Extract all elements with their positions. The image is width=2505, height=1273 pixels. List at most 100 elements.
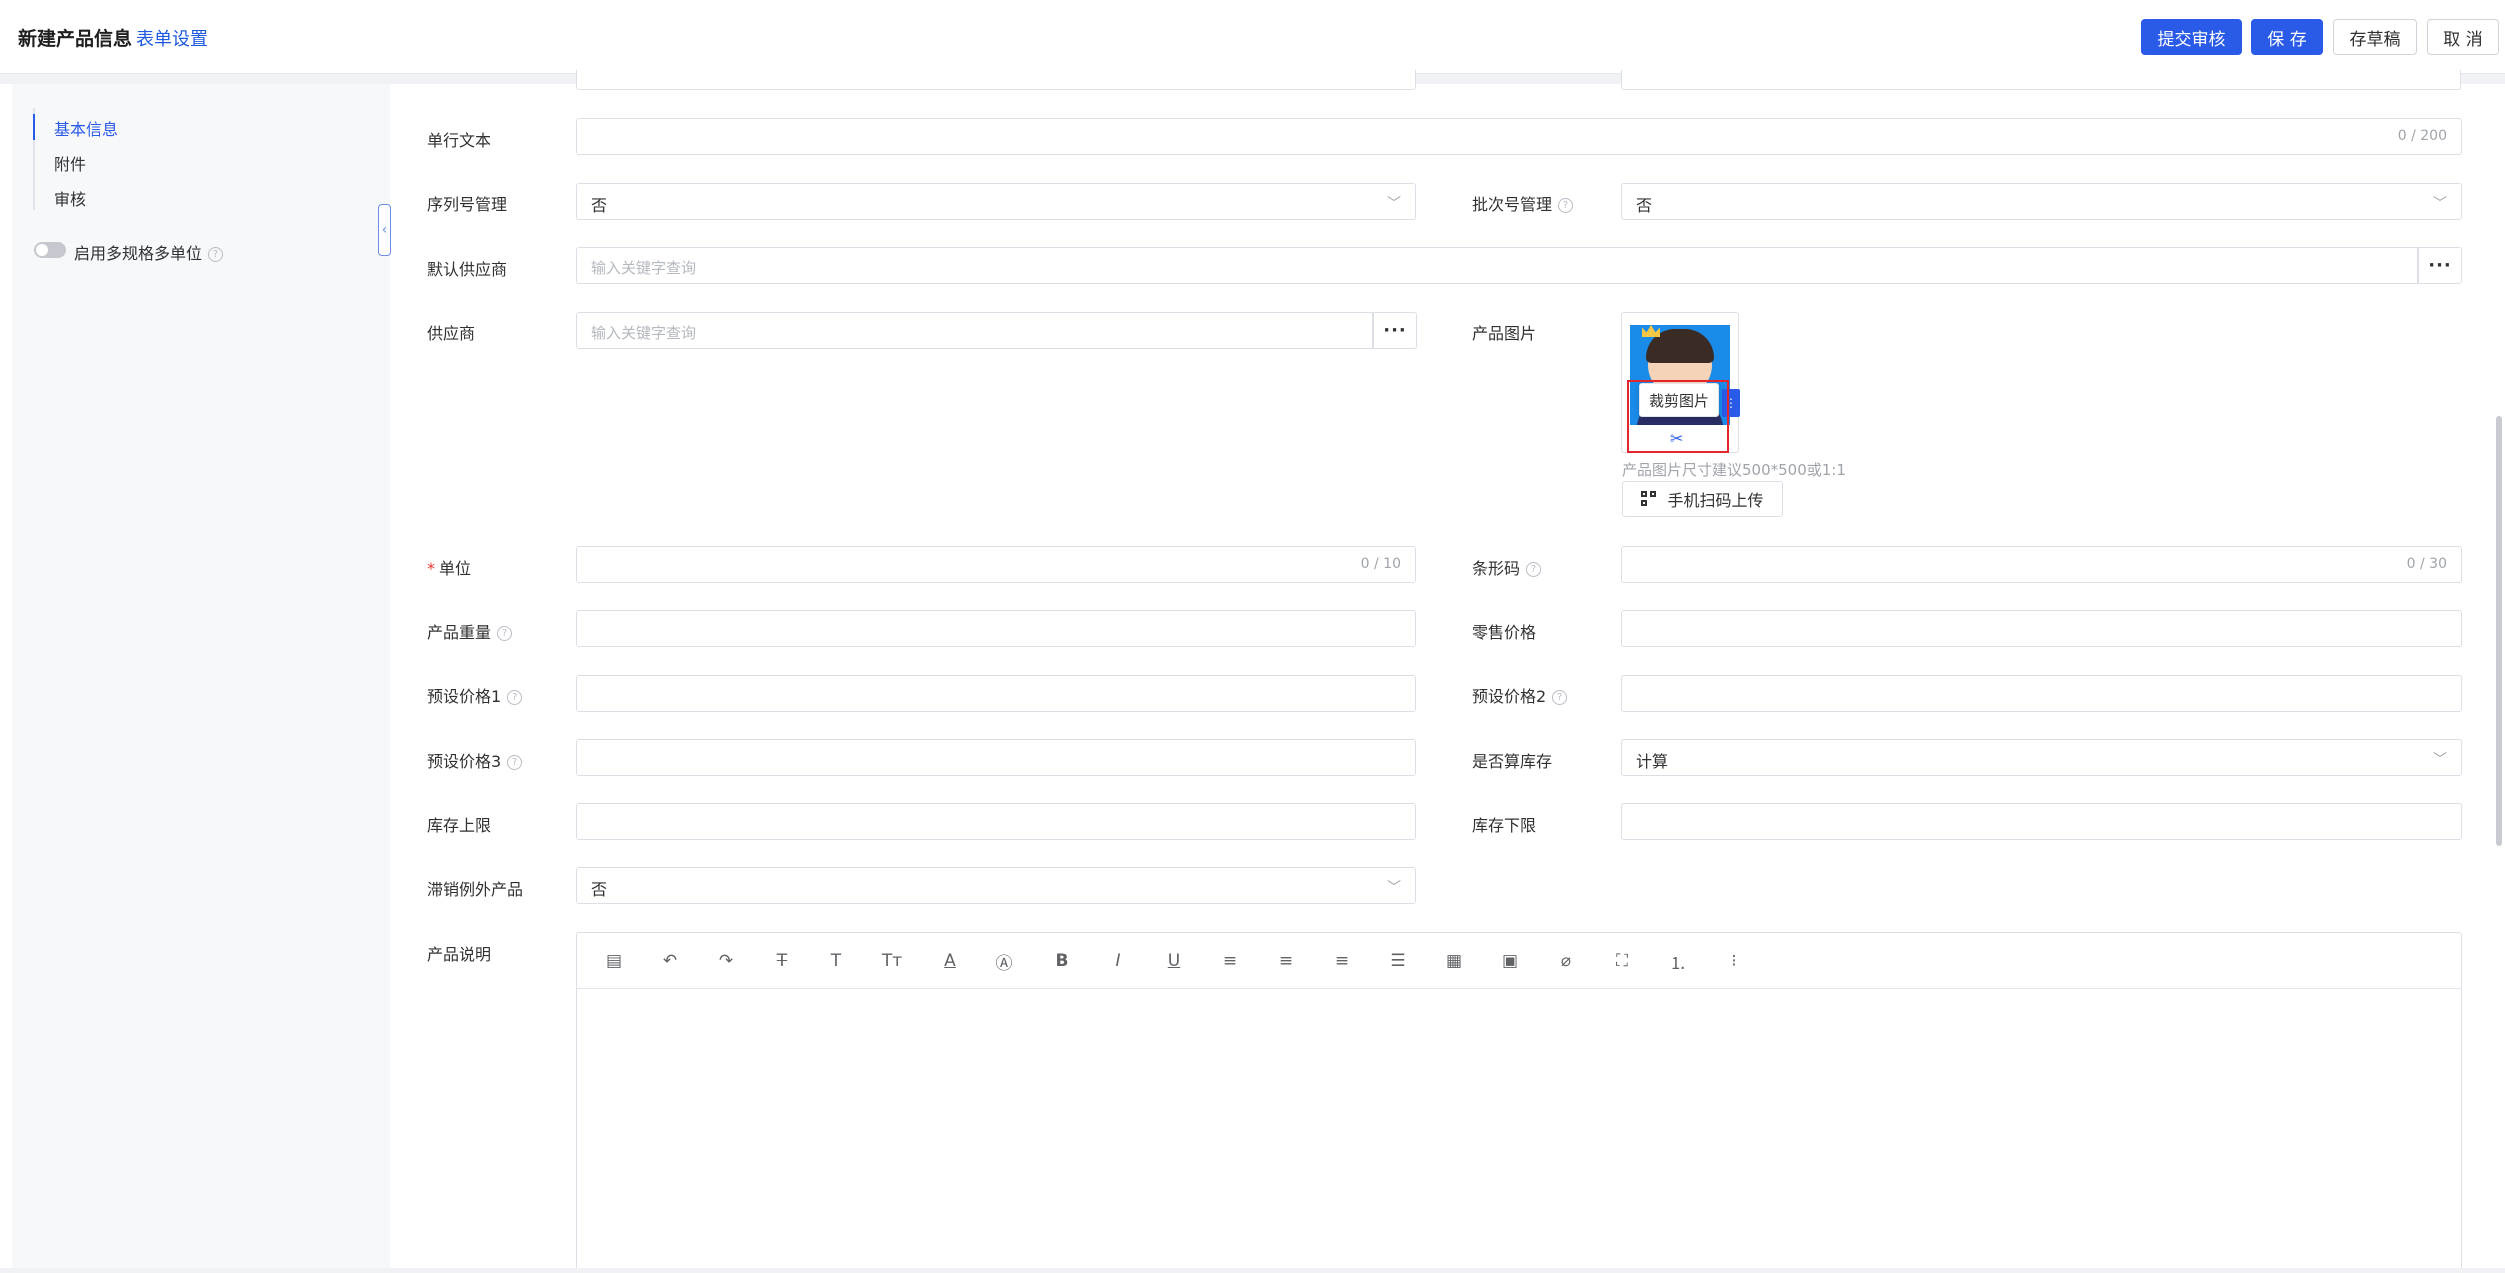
- page-scrollbar[interactable]: [2496, 416, 2502, 846]
- barcode-label: 条形码?: [1472, 555, 1542, 579]
- required-mark: *: [427, 559, 435, 578]
- underline-icon[interactable]: U: [1163, 950, 1185, 972]
- fullscreen-icon[interactable]: ⛶: [1611, 950, 1633, 972]
- form-settings-link[interactable]: 表单设置: [136, 25, 208, 51]
- save-draft-button[interactable]: 存草稿: [2333, 19, 2417, 55]
- table-icon[interactable]: ▦: [1443, 950, 1465, 972]
- supplier-input[interactable]: 输入关键字查询: [576, 312, 1373, 349]
- single-line-text-label: 单行文本: [427, 131, 492, 150]
- char-counter: 0 / 200: [2397, 128, 2447, 144]
- sidebar-nav-active-indicator: [33, 114, 35, 140]
- serial-mgmt-value: 否: [591, 196, 608, 215]
- default-supplier-input[interactable]: 输入关键字查询: [576, 247, 2418, 284]
- default-supplier-label: 默认供应商: [427, 260, 508, 279]
- editor-toolbar: ▤ ↶ ↷ T T Tт A Ⓐ B I U ≡ ≡ ≡ ☰ ▦ ▣ ⌀ ⛶ ⒈…: [577, 933, 2461, 989]
- chevron-left-icon: ‹: [381, 222, 388, 238]
- scan-upload-button[interactable]: 手机扫码上传: [1622, 481, 1783, 517]
- align-left-icon[interactable]: ≡: [1219, 950, 1241, 972]
- cancel-button[interactable]: 取 消: [2427, 19, 2499, 55]
- chevron-down-icon: ﹀: [1387, 880, 1401, 896]
- sidebar-item-review[interactable]: 审核: [54, 186, 86, 210]
- char-counter: 0 / 30: [2406, 556, 2447, 572]
- preset-price1-input[interactable]: [576, 675, 1416, 712]
- stock-lower-input[interactable]: [1621, 803, 2462, 840]
- chevron-down-icon: ﹀: [2433, 752, 2447, 768]
- redo-icon[interactable]: ↷: [715, 950, 737, 972]
- previous-row-input-right[interactable]: [1621, 70, 2461, 90]
- save-button[interactable]: 保 存: [2251, 19, 2323, 55]
- sidebar-item-basic-info[interactable]: 基本信息: [54, 116, 118, 140]
- help-icon[interactable]: ?: [1526, 562, 1542, 577]
- help-icon[interactable]: ?: [507, 755, 523, 770]
- multi-spec-toggle[interactable]: [34, 242, 66, 258]
- attachment-icon[interactable]: ⌀: [1555, 950, 1577, 972]
- stock-upper-label: 库存上限: [427, 816, 492, 835]
- help-icon[interactable]: ?: [507, 690, 523, 705]
- slow-exception-label: 滞销例外产品: [427, 880, 524, 899]
- chevron-down-icon: ﹀: [1387, 196, 1401, 212]
- weight-input[interactable]: [576, 610, 1416, 647]
- supplier-label: 供应商: [427, 324, 476, 343]
- align-right-icon[interactable]: ≡: [1331, 950, 1353, 972]
- format-icon[interactable]: ▤: [603, 950, 625, 972]
- sidebar-collapse-button[interactable]: ‹: [378, 204, 391, 256]
- slow-exception-select[interactable]: 否 ﹀: [576, 867, 1416, 904]
- bold-icon[interactable]: B: [1051, 950, 1073, 972]
- submit-review-button[interactable]: 提交审核: [2141, 19, 2242, 55]
- count-stock-label: 是否算库存: [1472, 752, 1553, 771]
- bottom-divider: [0, 1268, 2505, 1273]
- image-icon[interactable]: ▣: [1499, 950, 1521, 972]
- image-size-hint: 产品图片尺寸建议500*500或1:1: [1622, 461, 1846, 479]
- italic-icon[interactable]: I: [1107, 950, 1129, 972]
- help-icon[interactable]: ?: [1558, 198, 1574, 213]
- count-stock-select[interactable]: 计算 ﹀: [1621, 739, 2462, 776]
- serial-mgmt-select[interactable]: 否 ﹀: [576, 183, 1416, 220]
- more-icon[interactable]: ···: [2418, 247, 2462, 284]
- stock-upper-input[interactable]: [576, 803, 1416, 840]
- background-color-icon[interactable]: Ⓐ: [993, 950, 1015, 974]
- crown-icon: [1642, 325, 1660, 337]
- previous-row-input-left[interactable]: [576, 70, 1416, 90]
- batch-mgmt-label: 批次号管理?: [1472, 191, 1574, 215]
- stock-lower-label: 库存下限: [1472, 816, 1537, 835]
- help-icon[interactable]: ?: [1552, 690, 1568, 705]
- unordered-list-icon[interactable]: ⁝: [1723, 950, 1745, 972]
- help-icon[interactable]: ?: [208, 247, 224, 262]
- single-line-text-input[interactable]: 0 / 200: [576, 118, 2462, 155]
- retail-price-input[interactable]: [1621, 610, 2462, 647]
- undo-icon[interactable]: ↶: [659, 950, 681, 972]
- product-image-label: 产品图片: [1472, 324, 1537, 343]
- ordered-list-icon[interactable]: ⒈: [1667, 950, 1689, 974]
- rich-text-editor[interactable]: ▤ ↶ ↷ T T Tт A Ⓐ B I U ≡ ≡ ≡ ☰ ▦ ▣ ⌀ ⛶ ⒈…: [576, 932, 2462, 1273]
- batch-mgmt-value: 否: [1636, 196, 1653, 215]
- default-supplier-placeholder: 输入关键字查询: [591, 259, 697, 277]
- weight-label: 产品重量?: [427, 619, 513, 643]
- page-header: 新建产品信息 表单设置 提交审核 保 存 存草稿 取 消: [0, 0, 2505, 74]
- sidebar-item-attachments[interactable]: 附件: [54, 151, 86, 175]
- unit-input[interactable]: 0 / 10: [576, 546, 1416, 583]
- scan-upload-label: 手机扫码上传: [1667, 491, 1764, 510]
- unit-label: * 单位: [427, 559, 472, 578]
- batch-mgmt-select[interactable]: 否 ﹀: [1621, 183, 2462, 220]
- chevron-down-icon: ﹀: [2433, 196, 2447, 212]
- font-size-icon[interactable]: T: [825, 950, 847, 972]
- align-justify-icon[interactable]: ☰: [1387, 950, 1409, 972]
- retail-price-label: 零售价格: [1472, 623, 1537, 642]
- preset-price2-input[interactable]: [1621, 675, 2462, 712]
- more-icon[interactable]: ···: [1373, 312, 1417, 349]
- annotation-highlight-box: [1627, 380, 1729, 453]
- description-label: 产品说明: [427, 945, 492, 964]
- multi-spec-toggle-label: 启用多规格多单位?: [74, 240, 224, 264]
- preset-price3-input[interactable]: [576, 739, 1416, 776]
- text-size-icon[interactable]: Tт: [881, 950, 903, 972]
- page-title: 新建产品信息: [18, 28, 133, 50]
- strikethrough-icon[interactable]: T: [771, 950, 793, 972]
- help-icon[interactable]: ?: [497, 626, 513, 641]
- qr-code-icon: [1641, 491, 1657, 507]
- preset-price3-label: 预设价格3?: [427, 748, 523, 772]
- barcode-input[interactable]: 0 / 30: [1621, 546, 2462, 583]
- align-center-icon[interactable]: ≡: [1275, 950, 1297, 972]
- char-counter: 0 / 10: [1360, 556, 1401, 572]
- font-color-icon[interactable]: A: [939, 950, 961, 972]
- preset-price1-label: 预设价格1?: [427, 683, 523, 707]
